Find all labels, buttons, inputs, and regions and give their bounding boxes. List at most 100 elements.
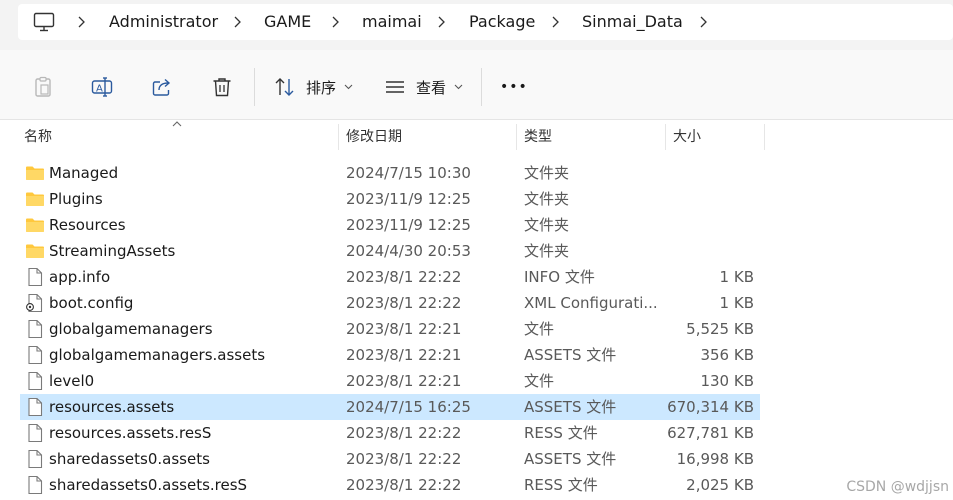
column-resize-handle[interactable] [338,124,339,150]
column-resize-handle[interactable] [764,124,765,150]
sort-ascending-icon[interactable] [172,121,182,127]
file-name: boot.config [49,294,134,312]
chevron-down-icon [454,84,463,90]
file-type: 文件 [524,372,555,390]
file-icon [25,449,45,469]
address-bar-area: Administrator GAME maimai Package Sinmai… [0,0,953,50]
file-type: 文件夹 [524,190,570,208]
config-file-icon [25,293,45,313]
sort-button[interactable]: 排序 [274,72,353,102]
chevron-right-icon[interactable] [232,15,242,29]
file-row[interactable]: globalgamemanagers 2023/8/1 22:21 文件 5,525 … [20,316,760,342]
address-bar[interactable]: Administrator GAME maimai Package Sinmai… [18,4,953,40]
file-row[interactable]: resources.assets 2024/7/15 16:25 ASSETS 文件… [20,394,760,420]
file-row[interactable]: level0 2023/8/1 22:21 文件 130 KB [20,368,760,394]
file-date-modified: 2024/4/30 20:53 [346,242,471,260]
command-bar: A 排序 查看 ••• [0,50,953,120]
file-icon [25,371,45,391]
file-size: 670,314 KB [667,398,754,416]
chevron-right-icon[interactable] [330,15,340,29]
file-name: sharedassets0.assets [49,450,210,468]
file-row[interactable]: globalgamemanagers.assets 2023/8/1 22:21 A… [20,342,760,368]
file-name: Managed [49,164,119,182]
folder-icon [25,163,45,183]
breadcrumb-administrator[interactable]: Administrator [109,4,218,40]
svg-text:A: A [96,84,103,95]
watermark: CSDN @wdjjsn [846,479,949,495]
chevron-right-icon[interactable] [698,15,708,29]
file-type: INFO 文件 [524,268,595,286]
chevron-right-icon[interactable] [436,15,446,29]
file-date-modified: 2023/8/1 22:21 [346,320,462,338]
file-row[interactable]: StreamingAssets 2024/4/30 20:53 文件夹 [20,238,760,264]
file-name: resources.assets.resS [49,424,212,442]
file-row[interactable]: sharedassets0.assets 2023/8/1 22:22 ASSETS… [20,446,760,472]
file-name: StreamingAssets [49,242,176,260]
file-date-modified: 2024/7/15 16:25 [346,398,471,416]
breadcrumb-sinmai-data[interactable]: Sinmai_Data [582,4,683,40]
file-date-modified: 2023/8/1 22:22 [346,424,462,442]
column-resize-handle[interactable] [516,124,517,150]
file-date-modified: 2023/11/9 12:25 [346,216,471,234]
paste-icon [35,76,51,97]
breadcrumb-maimai[interactable]: maimai [362,4,422,40]
column-type[interactable]: 类型 [524,120,552,154]
file-row[interactable]: Managed 2024/7/15 10:30 文件夹 [20,160,760,186]
toolbar-divider [481,68,482,106]
view-icon [386,81,404,93]
share-button[interactable] [151,72,173,102]
file-date-modified: 2023/8/1 22:22 [346,450,462,468]
breadcrumb-game[interactable]: GAME [264,4,311,40]
file-type: 文件夹 [524,242,570,260]
file-icon [25,475,45,495]
folder-icon [25,189,45,209]
file-size: 1 KB [719,268,754,286]
file-date-modified: 2023/8/1 22:21 [346,372,462,390]
file-size: 130 KB [700,372,754,390]
file-size: 627,781 KB [667,424,754,442]
share-icon [152,78,171,96]
sort-label: 排序 [306,78,337,97]
column-name[interactable]: 名称 [24,120,52,154]
column-header: 名称 修改日期 类型 大小 [0,120,953,154]
rename-icon: A [91,77,113,97]
file-name: sharedassets0.assets.resS [49,476,248,494]
view-button[interactable]: 查看 [384,72,463,102]
file-row[interactable]: app.info 2023/8/1 22:22 INFO 文件 1 KB [20,264,760,290]
delete-button[interactable] [211,72,233,102]
more-icon: ••• [500,79,528,95]
file-row[interactable]: Plugins 2023/11/9 12:25 文件夹 [20,186,760,212]
file-date-modified: 2023/8/1 22:22 [346,294,462,312]
file-icon [25,345,45,365]
file-size: 356 KB [700,346,754,364]
view-label: 查看 [416,78,447,97]
file-icon [25,267,45,287]
column-resize-handle[interactable] [665,124,666,150]
more-options-button[interactable]: ••• [500,72,528,102]
delete-icon [213,78,231,97]
this-pc-icon[interactable] [33,12,55,32]
file-row[interactable]: Resources 2023/11/9 12:25 文件夹 [20,212,760,238]
file-name: Resources [49,216,126,234]
file-type: ASSETS 文件 [524,450,617,468]
file-icon [25,397,45,417]
file-name: level0 [49,372,95,390]
file-size: 2,025 KB [686,476,754,494]
breadcrumb-package[interactable]: Package [469,4,535,40]
chevron-right-icon[interactable] [76,15,86,29]
file-type: 文件夹 [524,164,570,182]
file-row[interactable]: sharedassets0.assets.resS 2023/8/1 22:22 R… [20,472,760,498]
file-date-modified: 2023/11/9 12:25 [346,190,471,208]
column-date-modified[interactable]: 修改日期 [346,120,402,154]
file-type: ASSETS 文件 [524,346,617,364]
file-icon [25,423,45,443]
chevron-right-icon[interactable] [550,15,560,29]
column-size[interactable]: 大小 [673,120,701,154]
file-row[interactable]: resources.assets.resS 2023/8/1 22:22 RESS … [20,420,760,446]
file-date-modified: 2023/8/1 22:21 [346,346,462,364]
paste-button[interactable] [32,72,54,102]
file-row[interactable]: boot.config 2023/8/1 22:22 XML Configurati… [20,290,760,316]
toolbar-divider [254,68,255,106]
rename-button[interactable]: A [91,72,113,102]
file-size: 16,998 KB [676,450,754,468]
